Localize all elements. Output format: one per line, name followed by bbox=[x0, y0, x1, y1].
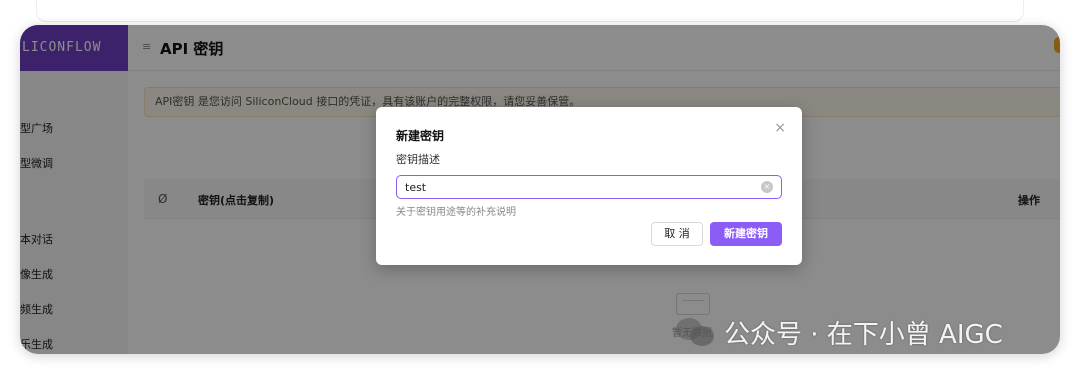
wechat-icon bbox=[676, 316, 716, 348]
screenshot-stage: LICONFLOW 型广场 型微调 本对话 像生成 频生成 乐生成 ≡ API … bbox=[0, 0, 1080, 374]
create-key-button[interactable]: 新建密钥 bbox=[710, 222, 782, 246]
clear-input-icon[interactable]: × bbox=[761, 181, 773, 193]
watermark: 公众号 · 在下小曾 AIGC bbox=[676, 312, 1003, 352]
description-input-wrapper: × bbox=[396, 175, 782, 199]
description-hint: 关于密钥用途等的补充说明 bbox=[396, 207, 516, 218]
dialog-title: 新建密钥 bbox=[396, 129, 445, 143]
cancel-button[interactable]: 取 消 bbox=[651, 222, 703, 246]
watermark-text: 公众号 · 在下小曾 AIGC bbox=[724, 319, 1003, 350]
app-window: LICONFLOW 型广场 型微调 本对话 像生成 频生成 乐生成 ≡ API … bbox=[20, 25, 1060, 354]
new-key-dialog: 新建密钥 × 密钥描述 × 关于密钥用途等的补充说明 取 消 新建密钥 bbox=[376, 107, 802, 265]
close-icon[interactable]: × bbox=[774, 120, 786, 136]
description-input[interactable] bbox=[405, 179, 745, 195]
description-label: 密钥描述 bbox=[396, 153, 440, 166]
browser-top-edge bbox=[36, 0, 1024, 22]
